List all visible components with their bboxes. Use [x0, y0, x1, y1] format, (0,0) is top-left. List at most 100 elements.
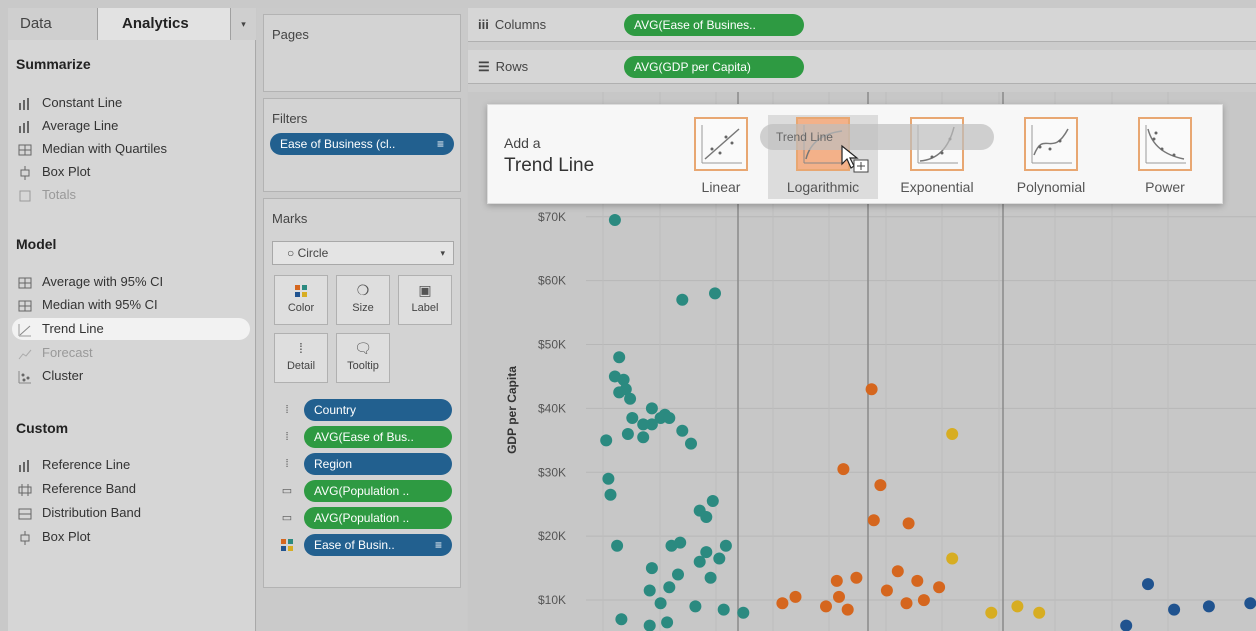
marks-field-pill[interactable]: AVG(Ease of Bus.. — [304, 426, 452, 448]
data-point[interactable] — [643, 584, 656, 597]
analytics-item-reference-line[interactable]: Reference Line — [18, 454, 130, 476]
analytics-item-average-ci[interactable]: Average with 95% CI — [18, 271, 163, 293]
data-point[interactable] — [613, 351, 626, 364]
data-point[interactable] — [661, 616, 674, 629]
data-point[interactable] — [626, 412, 639, 424]
trend-option-polynomial[interactable]: Polynomial — [996, 115, 1106, 199]
data-point[interactable] — [672, 568, 684, 581]
filters-card[interactable]: Filters Ease of Business (cl.. ≡ — [263, 98, 461, 192]
data-point[interactable] — [604, 488, 617, 501]
analytics-item-constant-line[interactable]: Constant Line — [18, 92, 122, 114]
pages-card[interactable]: Pages — [263, 14, 461, 92]
analytics-item-box-plot-custom[interactable]: Box Plot — [18, 526, 90, 548]
filter-pill[interactable]: Ease of Business (cl.. ≡ — [270, 133, 454, 155]
marks-size-button[interactable]: ❍ Size — [336, 275, 390, 325]
marks-label-button[interactable]: ▣ Label — [398, 275, 452, 325]
data-point[interactable] — [674, 536, 687, 549]
data-point[interactable] — [713, 552, 726, 565]
trend-option-linear[interactable]: Linear — [666, 115, 776, 199]
data-point[interactable] — [608, 214, 621, 226]
data-point[interactable] — [837, 463, 850, 476]
data-point[interactable] — [611, 539, 624, 552]
data-point[interactable] — [933, 581, 946, 594]
dropdown-arrow-icon[interactable]: ▾ — [230, 8, 256, 40]
data-point[interactable] — [1011, 600, 1024, 613]
data-point[interactable] — [830, 574, 843, 587]
data-point[interactable] — [911, 574, 924, 587]
data-point[interactable] — [704, 571, 717, 584]
analytics-item-median-quartiles[interactable]: Median with Quartiles — [18, 138, 167, 160]
analytics-item-distribution-band[interactable]: Distribution Band — [18, 502, 141, 524]
rows-pill[interactable]: AVG(GDP per Capita) — [624, 56, 804, 78]
marks-field-pill[interactable]: AVG(Population .. — [304, 507, 452, 529]
columns-shelf[interactable]: iii Columns AVG(Ease of Busines.. — [468, 8, 1256, 42]
data-point[interactable] — [717, 603, 730, 616]
data-point[interactable] — [645, 402, 658, 415]
data-point[interactable] — [900, 597, 913, 610]
analytics-item-median-ci[interactable]: Median with 95% CI — [18, 294, 158, 316]
data-point[interactable] — [891, 565, 904, 578]
analytics-item-reference-band[interactable]: Reference Band — [18, 478, 136, 500]
data-point[interactable] — [1168, 603, 1181, 616]
data-point[interactable] — [621, 428, 634, 440]
data-point[interactable] — [706, 495, 719, 507]
analytics-item-average-line[interactable]: Average Line — [18, 115, 118, 137]
data-point[interactable] — [600, 434, 613, 447]
data-point[interactable] — [985, 606, 998, 619]
data-point[interactable] — [689, 600, 702, 613]
marks-field-pill[interactable]: Region — [304, 453, 452, 475]
data-point[interactable] — [613, 386, 626, 399]
data-point[interactable] — [700, 511, 713, 523]
analytics-item-trend-line[interactable]: Trend Line — [12, 318, 250, 340]
marks-detail-button[interactable]: ⁞ Detail — [274, 333, 328, 383]
data-point[interactable] — [615, 613, 628, 626]
data-point[interactable] — [867, 514, 880, 527]
rows-shelf[interactable]: ☰ Rows AVG(GDP per Capita) — [468, 50, 1256, 84]
data-point[interactable] — [693, 555, 706, 568]
data-point[interactable] — [1244, 597, 1256, 610]
marks-field-pill[interactable]: Ease of Busin.. ≡ — [304, 534, 452, 556]
data-point[interactable] — [946, 428, 959, 440]
trend-option-power[interactable]: Power — [1110, 115, 1220, 199]
data-point[interactable] — [676, 293, 689, 306]
data-point[interactable] — [1033, 606, 1046, 619]
data-point[interactable] — [917, 594, 930, 607]
marks-color-button[interactable]: Color — [274, 275, 328, 325]
data-point[interactable] — [865, 383, 878, 396]
mark-type-dropdown[interactable]: ○ Circle ▾ — [272, 241, 454, 265]
data-point[interactable] — [850, 571, 863, 584]
tab-data[interactable]: Data — [8, 8, 98, 40]
data-point[interactable] — [602, 472, 615, 485]
data-point[interactable] — [654, 597, 667, 610]
data-point[interactable] — [709, 287, 721, 300]
marks-field-pill[interactable]: AVG(Population .. — [304, 480, 452, 502]
data-point[interactable] — [643, 619, 656, 631]
data-point[interactable] — [789, 590, 802, 603]
marks-field-pill[interactable]: Country — [304, 399, 452, 421]
data-point[interactable] — [946, 552, 959, 565]
data-point[interactable] — [637, 431, 650, 444]
data-point[interactable] — [1142, 578, 1154, 591]
analytics-item-box-plot[interactable]: Box Plot — [18, 161, 90, 183]
data-point[interactable] — [902, 517, 915, 530]
data-point[interactable] — [1120, 619, 1133, 631]
data-point[interactable] — [624, 392, 637, 405]
data-point[interactable] — [663, 581, 676, 594]
analytics-item-cluster[interactable]: Cluster — [18, 365, 83, 387]
data-point[interactable] — [685, 437, 697, 450]
data-point[interactable] — [776, 597, 789, 610]
data-point[interactable] — [880, 584, 893, 597]
data-point[interactable] — [737, 606, 750, 619]
data-point[interactable] — [874, 479, 887, 492]
data-point[interactable] — [676, 424, 689, 437]
data-point[interactable] — [833, 590, 845, 603]
data-point[interactable] — [719, 539, 732, 552]
columns-pill[interactable]: AVG(Ease of Busines.. — [624, 14, 804, 36]
data-point[interactable] — [1202, 600, 1215, 613]
data-point[interactable] — [841, 603, 854, 616]
marks-tooltip-button[interactable]: 🗨 Tooltip — [336, 333, 390, 383]
data-point[interactable] — [820, 600, 832, 613]
data-point[interactable] — [663, 412, 676, 424]
data-point[interactable] — [637, 418, 650, 431]
data-point[interactable] — [645, 562, 658, 575]
